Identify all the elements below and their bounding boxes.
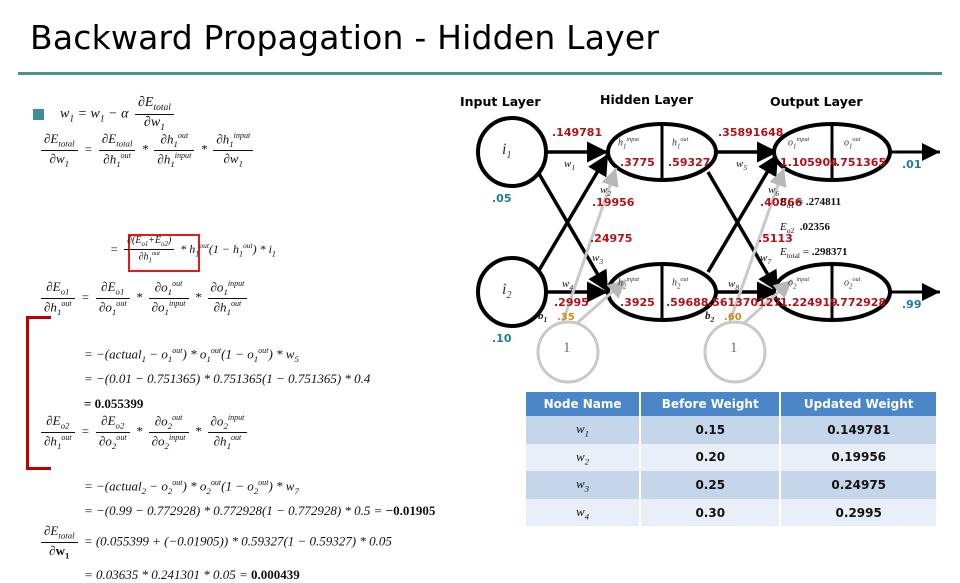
node-o1-out-label: o1out xyxy=(844,136,861,151)
bias-b1-value: .35 xyxy=(557,312,575,323)
node-o2-input-label: o2input xyxy=(788,276,810,291)
col-before-weight: Before Weight xyxy=(640,392,782,416)
node-h2-input-value: .3925 xyxy=(620,296,655,309)
node-h1-out-value: .59327 xyxy=(668,156,711,169)
cell-updated-weight: 0.19956 xyxy=(780,443,936,472)
slide-root: Backward Propagation - Hidden Layer w1 =… xyxy=(0,0,960,582)
node-h2-input-label: h2input xyxy=(618,276,640,291)
node-h2-out-value: .59688 xyxy=(666,296,709,309)
cell-node-name: w3 xyxy=(526,471,642,499)
node-o2-out-label: o2out xyxy=(844,276,861,291)
cell-before-weight: 0.30 xyxy=(640,498,782,527)
weight-w4-name: w4 xyxy=(562,278,574,293)
layer-title-hidden: Hidden Layer xyxy=(600,92,694,107)
weights-table: Node Name Before Weight Updated Weight w… xyxy=(526,392,936,527)
table-row: w4 0.30 0.2995 xyxy=(526,498,936,527)
equation-line-10: = −(0.99 − 0.772928) * 0.772928(1 − 0.77… xyxy=(84,503,436,518)
bias-b2-node: 1 xyxy=(730,340,738,356)
col-node-name: Node Name xyxy=(526,392,642,416)
equation-line-2: ∂Etotal ∂w1 = ∂Etotal ∂h1out * ∂h1out ∂h1in… xyxy=(38,131,256,169)
table-row: w2 0.20 0.19956 xyxy=(526,443,936,472)
bias-b1-node: 1 xyxy=(563,340,571,356)
equation-line-1: w1 = w1 − α ∂Etotal ∂w1 xyxy=(60,95,177,133)
weight-w5-value: .35891648 xyxy=(718,126,784,139)
weight-w3-name: w3 xyxy=(592,252,604,267)
page-title: Backward Propagation - Hidden Layer xyxy=(30,18,660,57)
node-i2-value: .10 xyxy=(492,332,512,345)
weight-w1-name: w1 xyxy=(564,158,576,173)
cell-updated-weight: 0.24975 xyxy=(780,471,936,499)
node-h1-input-label: h1input xyxy=(618,136,640,151)
equation-line-3: = ∂(Eo1+Eo2) ∂h1out * h1out(1 − h1out) * … xyxy=(110,235,276,265)
cell-updated-weight: 0.149781 xyxy=(780,416,936,444)
error-eo1: Eo1 = .274811 xyxy=(780,196,842,211)
weight-w2-value: .19956 xyxy=(592,196,635,209)
node-h2-out-label: h2out xyxy=(672,276,689,291)
node-o1-input-label: o1input xyxy=(788,136,810,151)
cell-before-weight: 0.25 xyxy=(640,471,782,499)
weight-w1-value: .149781 xyxy=(552,126,603,139)
equation-line-12: = 0.03635 * 0.241301 * 0.05 = 0.000439 xyxy=(84,567,300,582)
bias-b2-name: b2 xyxy=(705,310,715,325)
error-eo2: Eo2 .02356 xyxy=(780,221,830,236)
equation-line-7: = 0.055399 xyxy=(84,396,144,411)
node-o1-input-value: 1.105904 xyxy=(780,156,838,169)
table-header-row: Node Name Before Weight Updated Weight xyxy=(526,392,936,416)
col-updated-weight: Updated Weight xyxy=(780,392,936,416)
layer-title-input: Input Layer xyxy=(460,94,541,109)
equation-line-5: = −(actual1 − o1out) * o1out(1 − o1out) … xyxy=(84,346,299,364)
table-row: w1 0.15 0.149781 xyxy=(526,416,936,444)
bullet-square-icon xyxy=(33,109,44,120)
node-o2-out-value: .772928 xyxy=(836,296,887,309)
network-edges xyxy=(476,116,940,384)
equation-line-11: ∂Etotal ∂w1 = (0.055399 + (−0.01905)) * 0… xyxy=(38,524,392,561)
network-diagram: Input Layer Hidden Layer Output Layer i1… xyxy=(440,84,960,384)
title-divider xyxy=(18,72,942,75)
weight-w5-name: w5 xyxy=(736,158,748,173)
weight-w7-name: w7 xyxy=(760,252,772,267)
weight-w4-value: .2995 xyxy=(554,296,589,309)
node-i2-label: i2 xyxy=(502,281,512,302)
node-o1-out-value: .751365 xyxy=(836,156,887,169)
node-h1-input-value: .3775 xyxy=(620,156,655,169)
weight-w3-value: .24975 xyxy=(590,232,633,245)
error-etotal: Etotal = .298371 xyxy=(780,246,848,261)
cell-before-weight: 0.20 xyxy=(640,443,782,472)
node-i1-label: i1 xyxy=(502,141,512,162)
bias-b2-value: .60 xyxy=(724,312,742,323)
equation-line-8: ∂Eo2 ∂h1out = ∂Eo2 ∂o2out * ∂o2out ∂o2input… xyxy=(38,413,250,451)
cell-node-name: w2 xyxy=(526,443,642,472)
node-i1-value: .05 xyxy=(492,192,512,205)
node-o2-input-value: 1.224919 xyxy=(780,296,838,309)
cell-node-name: w1 xyxy=(526,416,642,444)
equation-line-6: = −(0.01 − 0.751365) * 0.751365(1 − 0.75… xyxy=(84,371,371,386)
equation-line-9: = −(actual2 − o2out) * o2out(1 − o2out) … xyxy=(84,478,299,496)
weight-w8-name: w8 xyxy=(728,278,740,293)
weight-w8-value: .561370127 xyxy=(708,296,782,309)
node-o2-target: .99 xyxy=(902,298,922,311)
cell-updated-weight: 0.2995 xyxy=(780,498,936,527)
equation-line-4: ∂Eo1 ∂h1out = ∂Eo1 ∂o1out * ∂o1out ∂o1input… xyxy=(38,279,250,317)
cell-node-name: w4 xyxy=(526,498,642,527)
bias-b1-name: b1 xyxy=(538,310,548,325)
node-o1-target: .01 xyxy=(902,158,922,171)
table-row: w3 0.25 0.24975 xyxy=(526,471,936,499)
layer-title-output: Output Layer xyxy=(770,94,863,109)
cell-before-weight: 0.15 xyxy=(640,416,782,444)
node-h1-out-label: h1out xyxy=(672,136,689,151)
